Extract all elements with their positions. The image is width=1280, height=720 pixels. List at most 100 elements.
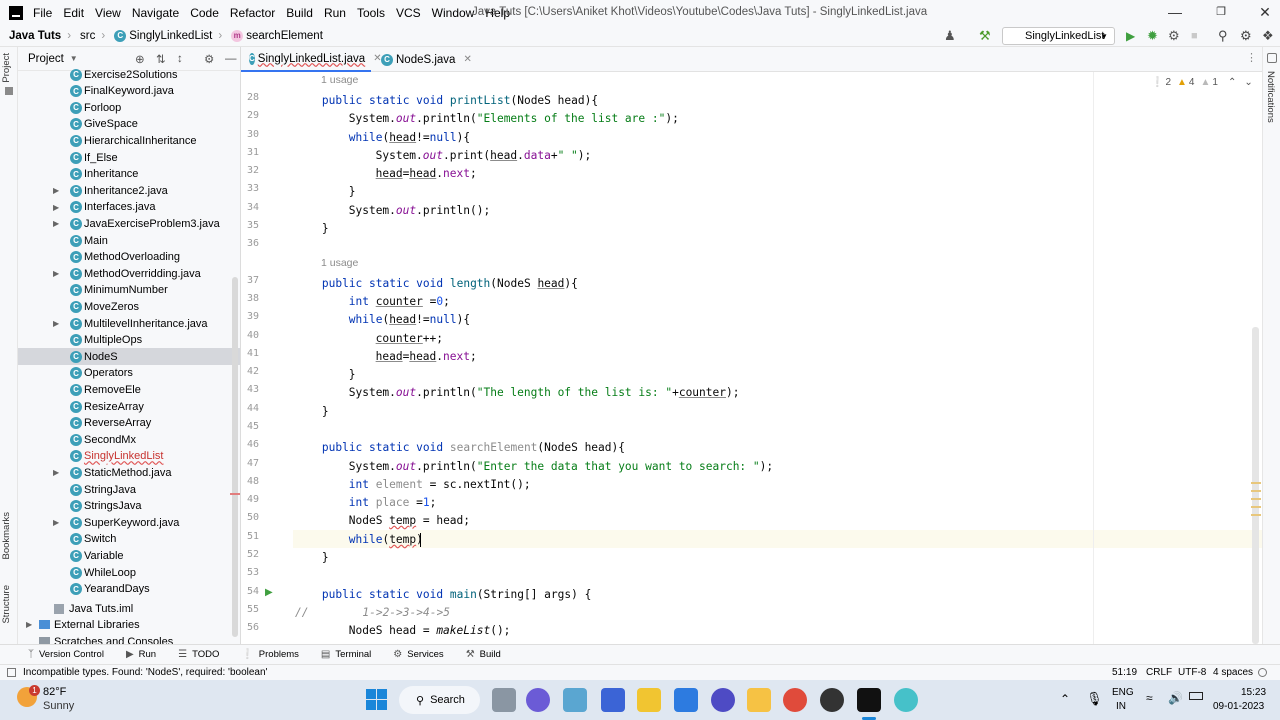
tree-item[interactable]: C SecondMx [18,431,240,448]
line-number[interactable]: 55 [229,604,259,615]
stop-icon[interactable]: ■ [1191,29,1198,43]
teams-chat-icon[interactable] [526,688,550,712]
line-number[interactable]: 53 [229,567,259,578]
tree-item[interactable]: ▶ C Inheritance2.java [18,182,240,199]
line-number[interactable]: 34 [229,202,259,213]
next-highlight-icon[interactable]: ⌄ [1244,77,1252,88]
menu-edit[interactable]: Edit [63,6,84,20]
code-line[interactable]: public static void searchElement(NodeS h… [322,439,625,457]
lock-icon[interactable] [1258,668,1267,677]
line-number[interactable]: 44 [229,403,259,414]
restore-icon[interactable]: ❐ [1212,3,1230,21]
usage-hint[interactable]: 1 usage [321,74,358,86]
wifi-icon[interactable]: ≈ [1146,691,1153,705]
code-line[interactable]: } [349,183,356,201]
tree-item[interactable]: ▶ C SuperKeyword.java [18,514,240,531]
line-number[interactable]: 40 [229,330,259,341]
collapse-all-icon[interactable]: ↕ [177,53,183,65]
code-line[interactable]: public static void main(String[] args) { [322,586,591,604]
chevron-right-icon[interactable]: ▶ [53,269,59,278]
code-line[interactable]: System.out.println("Elements of the list… [349,110,679,128]
code-line[interactable]: int counter =0; [349,293,450,311]
code-line[interactable]: System.out.println(); [349,202,490,220]
intellij-taskbar-icon[interactable] [857,688,881,712]
code-editor[interactable]: 1 usage 1 usage public static void print… [293,72,1262,644]
menu-refactor[interactable]: Refactor [230,6,275,20]
code-line[interactable]: System.out.println("Enter the data that … [349,458,773,476]
task-view-icon[interactable] [492,688,516,712]
chevron-right-icon[interactable]: ▶ [53,468,59,477]
breadcrumb-method[interactable]: m searchElement [231,29,323,42]
code-line[interactable]: System.out.print(head.data+" "); [376,147,592,165]
warning-stripe[interactable] [1251,498,1261,500]
caret-position[interactable]: 51:19 [1112,667,1137,678]
code-line[interactable]: } [322,549,329,567]
line-number[interactable]: 32 [229,165,259,176]
warning-stripe[interactable] [1251,490,1261,492]
tree-item[interactable]: C Main [18,232,240,249]
code-line[interactable]: } [349,366,356,384]
close-icon[interactable]: ✕ [1256,3,1274,21]
expand-all-icon[interactable]: ⇅ [156,52,166,66]
line-number[interactable]: 46 [229,439,259,450]
line-number[interactable]: 42 [229,366,259,377]
chevron-right-icon[interactable]: ▶ [53,219,59,228]
tree-item[interactable]: C MultipleOps [18,332,240,349]
chevron-right-icon[interactable]: ▶ [53,518,59,527]
locate-icon[interactable]: ⊕ [135,52,145,66]
line-number[interactable]: 29 [229,110,259,121]
usage-hint[interactable]: 1 usage [321,257,358,269]
whiteboard-icon[interactable] [601,688,625,712]
hammer-icon[interactable]: ⚒ [979,29,991,43]
code-line[interactable]: int element = sc.nextInt(); [349,476,531,494]
python-icon[interactable] [894,688,918,712]
code-line[interactable]: } [322,403,329,421]
code-line[interactable]: counter++; [376,330,443,348]
run-config-select[interactable]: SinglyLinkedList ▼ [1002,27,1115,45]
line-number[interactable]: 39 [229,311,259,322]
line-number[interactable]: 48 [229,476,259,487]
chevron-right-icon[interactable]: ▶ [53,186,59,195]
line-number[interactable]: 38 [229,293,259,304]
ide-logo-icon[interactable]: ❖ [1262,29,1274,43]
structure-tool-button[interactable]: Structure [1,585,12,624]
line-number[interactable]: 37 [229,275,259,286]
tree-item[interactable]: C ReverseArray [18,415,240,432]
tree-item[interactable]: C GiveSpace [18,116,240,133]
line-number[interactable]: 36 [229,238,259,249]
code-line[interactable]: NodeS temp = head; [349,512,470,530]
tab-singlylinkedlist[interactable]: C SinglyLinkedList.java ✕ [241,47,382,72]
tree-item-external-libraries[interactable]: ▶ External Libraries [18,616,240,633]
coverage-icon[interactable]: ⚙ [1168,29,1180,43]
tree-item[interactable]: C Variable [18,547,240,564]
warning-stripe[interactable] [1251,482,1261,484]
tree-item[interactable]: C StringsJava [18,498,240,515]
search-icon[interactable]: ⚲ [1218,29,1228,43]
line-number[interactable]: 41 [229,348,259,359]
tool-terminal[interactable]: ▤ Terminal [321,649,371,660]
inspection-widget[interactable]: ❕ 2 ▲ 4 ▲ 1 ⌃ ⌄ [1151,77,1253,88]
tree-item[interactable]: ▶ C Interfaces.java [18,199,240,216]
menu-view[interactable]: View [95,6,121,20]
file-encoding[interactable]: UTF-8 [1178,667,1206,678]
webex-icon[interactable] [711,688,735,712]
code-line[interactable]: head=head.next; [376,165,477,183]
code-line[interactable]: public static void length(NodeS head){ [322,275,578,293]
tree-item[interactable]: C ResizeArray [18,398,240,415]
microphone-icon[interactable]: 🎙 [1086,691,1103,707]
tree-item[interactable]: C RemoveEle [18,381,240,398]
line-number[interactable]: 56 [229,622,259,633]
bookmarks-tool-button[interactable]: Bookmarks [1,512,12,560]
photos-icon[interactable] [563,688,587,712]
chevron-down-icon[interactable]: ▼ [70,54,78,63]
line-number[interactable]: 50 [229,512,259,523]
menu-code[interactable]: Code [190,6,219,20]
tree-item[interactable]: C HierarchicalInheritance [18,132,240,149]
tree-item[interactable]: C Inheritance [18,166,240,183]
tool-todo[interactable]: ☰ TODO [178,649,219,660]
warning-stripe[interactable] [1251,514,1261,516]
tree-item[interactable]: C SinglyLinkedList [18,448,240,465]
menu-window[interactable]: Window [432,6,475,20]
menu-tools[interactable]: Tools [357,6,385,20]
tool-build[interactable]: ⚒ Build [466,649,501,660]
